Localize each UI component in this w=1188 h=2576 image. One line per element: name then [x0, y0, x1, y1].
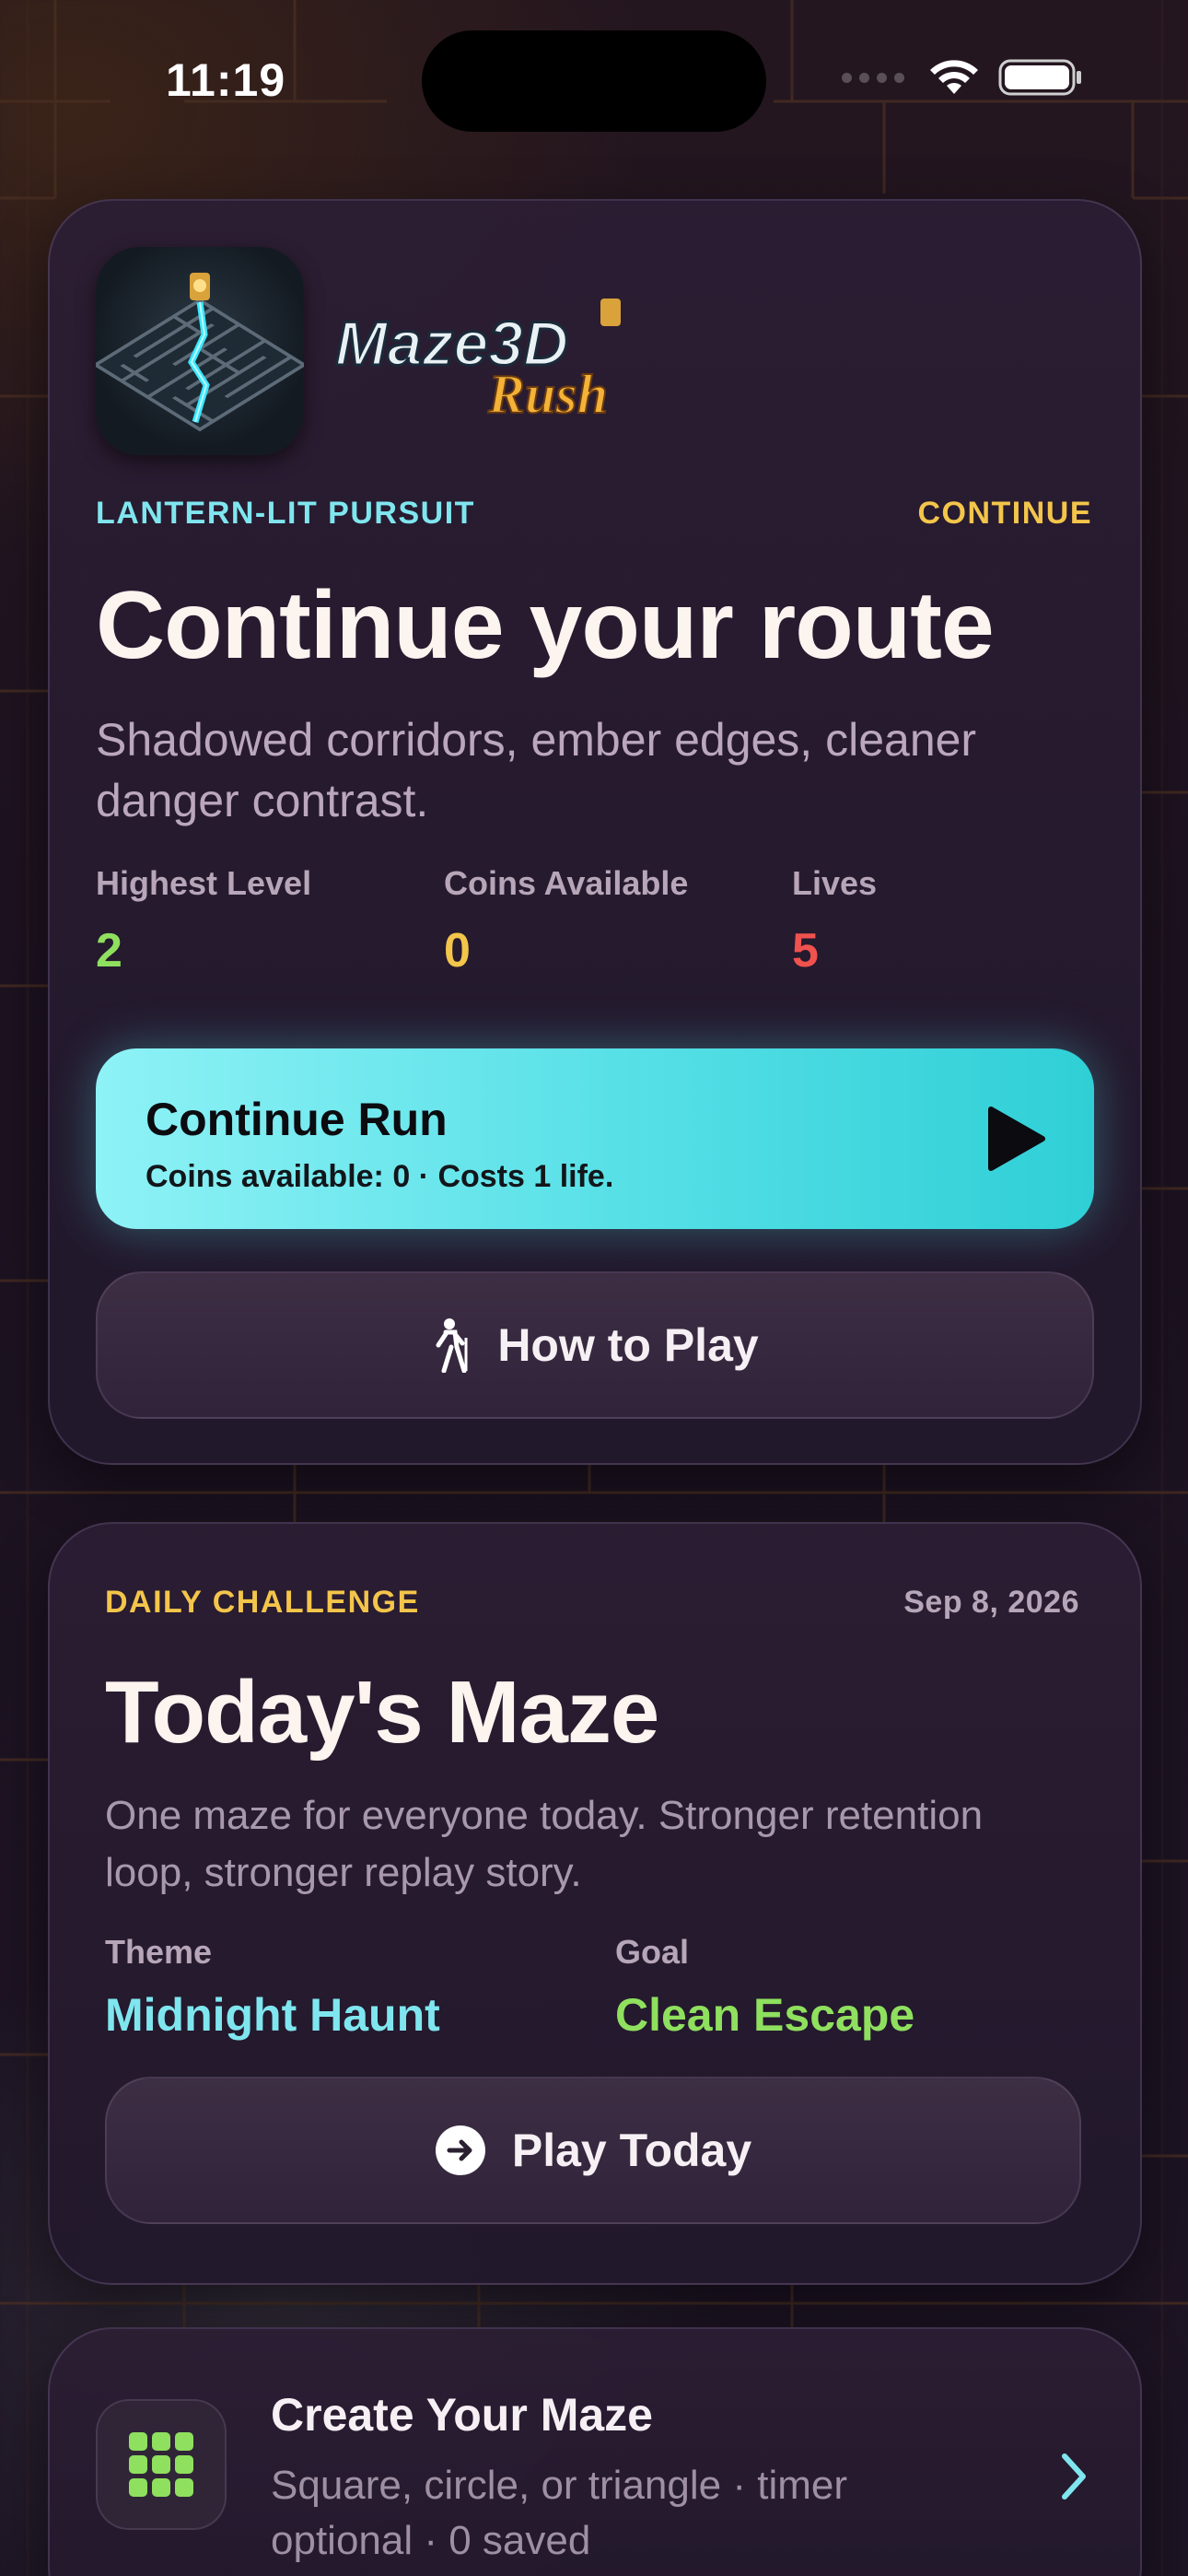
create-maze-card[interactable]: Create Your Maze Square, circle, or tria…	[48, 2327, 1142, 2576]
dynamic-island	[422, 30, 766, 132]
hiker-icon	[436, 1318, 468, 1373]
battery-icon	[998, 59, 1081, 96]
stat-coins: Coins Available 0	[444, 864, 688, 978]
theme-label: Theme	[105, 1933, 213, 1971]
hero-subtitle: Shadowed corridors, ember edges, cleaner…	[96, 714, 977, 826]
stat-lives: Lives 5	[792, 864, 877, 978]
chevron-right-icon	[1062, 2453, 1086, 2500]
how-to-play-button[interactable]: How to Play	[96, 1271, 1094, 1419]
continue-route-card: Maze3D Rush LANTERN-LIT PURSUIT CONTINUE…	[48, 199, 1142, 1465]
maze3d-rush-logo: Maze3D Rush	[332, 293, 663, 431]
daily-goal: Goal Clean Escape	[615, 1933, 914, 2042]
create-title: Create Your Maze	[271, 2389, 653, 2441]
continue-link[interactable]: CONTINUE	[917, 496, 1092, 532]
continue-run-detail: Coins available: 0 · Costs 1 life.	[146, 1159, 614, 1194]
signal-dots-icon	[842, 72, 904, 83]
page-title: Continue your route	[96, 572, 995, 679]
status-time: 11:19	[166, 54, 286, 106]
goal-label: Goal	[615, 1933, 690, 1971]
how-to-play-label: How to Play	[497, 1319, 759, 1371]
play-icon	[988, 1107, 1045, 1171]
app-icon	[96, 247, 304, 455]
daily-theme: Theme Midnight Haunt	[105, 1933, 440, 2042]
stat-label: Coins Available	[444, 864, 689, 902]
daily-subtitle: One maze for everyone today. Stronger re…	[105, 1793, 984, 1895]
status-icons	[842, 57, 1083, 98]
wifi-icon	[930, 60, 978, 94]
play-today-label: Play Today	[511, 2125, 752, 2176]
arrow-circle-icon	[435, 2125, 485, 2175]
stat-highest-level: Highest Level 2	[96, 864, 311, 978]
create-subtitle: Square, circle, or triangle · timer opti…	[271, 2463, 847, 2563]
stat-value: 2	[96, 924, 122, 978]
stat-label: Highest Level	[96, 864, 312, 902]
play-today-button[interactable]: Play Today	[105, 2077, 1081, 2224]
eyebrow-label: LANTERN-LIT PURSUIT	[96, 496, 475, 531]
stat-label: Lives	[792, 864, 878, 902]
goal-value: Clean Escape	[615, 1989, 915, 2041]
continue-run-button[interactable]: Continue Run Coins available: 0 · Costs …	[96, 1048, 1094, 1229]
grid-icon	[96, 2399, 227, 2530]
daily-date: Sep 8, 2026	[903, 1585, 1079, 1620]
logo-rush-text: Rush	[487, 364, 608, 425]
daily-challenge-card: DAILY CHALLENGE Sep 8, 2026 Today's Maze…	[48, 1522, 1142, 2285]
stat-value: 5	[792, 924, 819, 978]
stat-value: 0	[444, 924, 471, 978]
daily-title: Today's Maze	[105, 1663, 659, 1762]
continue-run-label: Continue Run	[146, 1094, 448, 1145]
daily-eyebrow: DAILY CHALLENGE	[105, 1585, 420, 1620]
theme-value: Midnight Haunt	[105, 1989, 440, 2041]
